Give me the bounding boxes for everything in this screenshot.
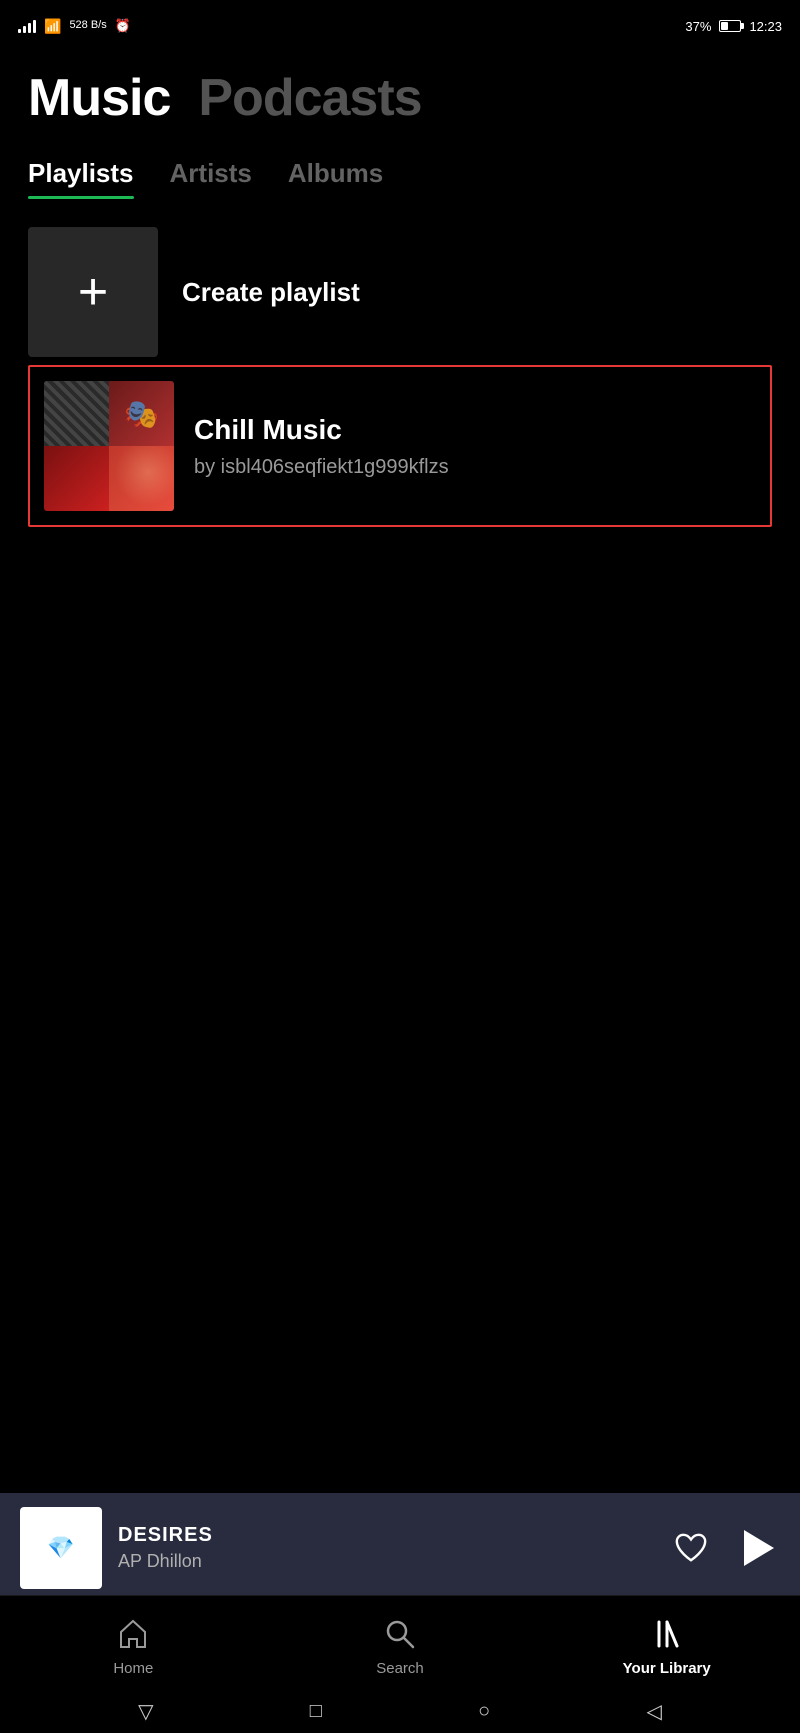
library-icon: [649, 1616, 685, 1652]
nav-library-label: Your Library: [623, 1660, 711, 1677]
main-content: Music Podcasts Playlists Artists Albums …: [0, 48, 800, 527]
thumb-cell-3: [44, 446, 109, 511]
create-playlist-icon: +: [28, 227, 158, 357]
thumb-cell-4: [109, 446, 174, 511]
tab-podcasts[interactable]: Podcasts: [198, 68, 421, 128]
battery-icon: [719, 20, 741, 32]
bottom-nav: Home Search Your Library: [0, 1595, 800, 1689]
tab-artists[interactable]: Artists: [170, 158, 252, 199]
tab-music[interactable]: Music: [28, 68, 170, 128]
nav-search-label: Search: [376, 1660, 424, 1677]
thumb-cell-1: [44, 381, 109, 446]
playlist-thumbnail: [44, 381, 174, 511]
wifi-icon: 📶: [44, 18, 61, 35]
status-bar: 📶 528 B/s ⏰ 37% 12:23: [0, 0, 800, 48]
tab-playlists[interactable]: Playlists: [28, 158, 134, 199]
status-right: 37% 12:23: [685, 19, 782, 34]
clock: 12:23: [749, 19, 782, 34]
thumb-cell-2: [109, 381, 174, 446]
plus-icon: +: [78, 266, 108, 318]
header-tabs: Music Podcasts: [28, 68, 772, 128]
create-playlist-button[interactable]: + Create playlist: [28, 227, 772, 357]
playlist-name: Chill Music: [194, 414, 756, 446]
nav-back-icon[interactable]: ◁: [646, 1699, 661, 1724]
sub-tabs: Playlists Artists Albums: [28, 158, 772, 199]
system-nav: ▽ □ ○ ◁: [0, 1689, 800, 1733]
alarm-icon: ⏰: [115, 18, 131, 34]
play-triangle-icon: [744, 1530, 774, 1566]
playlist-author: by isbl406seqfiekt1g999kflzs: [194, 456, 756, 479]
heart-icon: [674, 1531, 708, 1565]
now-playing-info: DESIRES AP Dhillon: [118, 1524, 654, 1572]
nav-search[interactable]: Search: [267, 1612, 534, 1681]
like-button[interactable]: [670, 1527, 712, 1569]
tab-albums[interactable]: Albums: [288, 158, 383, 199]
nav-home-label: Home: [113, 1660, 153, 1677]
create-playlist-label: Create playlist: [182, 277, 360, 308]
nav-library[interactable]: Your Library: [533, 1612, 800, 1681]
playlist-item-chill-music[interactable]: Chill Music by isbl406seqfiekt1g999kflzs: [28, 365, 772, 527]
play-button[interactable]: [734, 1525, 780, 1571]
nav-down-icon[interactable]: ▽: [138, 1699, 153, 1724]
nav-home[interactable]: Home: [0, 1612, 267, 1681]
playlist-info: Chill Music by isbl406seqfiekt1g999kflzs: [194, 414, 756, 479]
now-playing-controls: [670, 1525, 780, 1571]
nav-square-icon[interactable]: □: [310, 1700, 322, 1723]
now-playing-artist: AP Dhillon: [118, 1551, 654, 1572]
signal-bars-icon: [18, 19, 36, 33]
now-playing-art: 💎: [20, 1507, 102, 1589]
now-playing-title: DESIRES: [118, 1524, 654, 1547]
search-icon: [382, 1616, 418, 1652]
battery-percent: 37%: [685, 19, 711, 34]
home-icon: [115, 1616, 151, 1652]
data-speed: 528 B/s: [69, 19, 106, 32]
nav-circle-icon[interactable]: ○: [478, 1700, 490, 1723]
track-art-emoji: 💎: [47, 1535, 74, 1561]
status-left: 📶 528 B/s ⏰: [18, 18, 131, 35]
now-playing-bar[interactable]: 💎 DESIRES AP Dhillon: [0, 1493, 800, 1603]
